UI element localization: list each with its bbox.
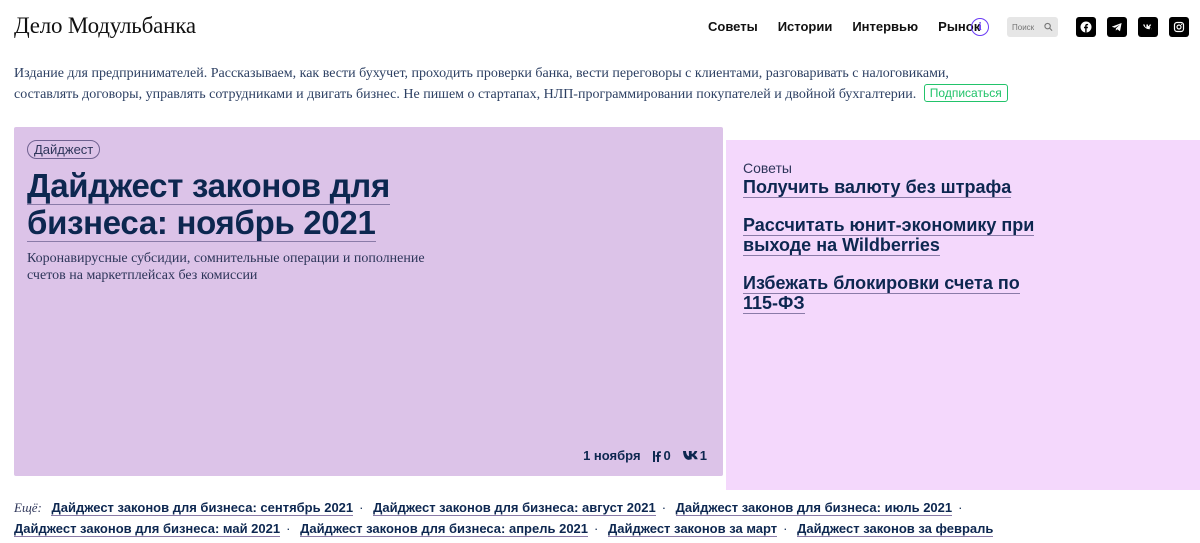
vk-icon [682, 450, 698, 460]
separator: · [661, 500, 667, 515]
article-date: 1 ноября [583, 448, 641, 463]
main-nav: Советы Истории Интервью Рынок [708, 19, 980, 34]
nav-item-interview[interactable]: Интервью [852, 19, 918, 34]
side-article-link[interactable]: Получить валюту без штрафа [743, 177, 1043, 198]
subscribe-button[interactable]: Подписаться [923, 84, 1008, 102]
more-articles: Ещё: Дайджест законов для бизнеса: сентя… [14, 497, 1014, 539]
side-article-title[interactable]: Избежать блокировки счета по 115-ФЗ [743, 273, 1020, 314]
more-link[interactable]: Дайджест законов для бизнеса: апрель 202… [300, 521, 589, 537]
side-article-link[interactable]: Рассчитать юнит-экономику при выходе на … [743, 215, 1043, 256]
separator: · [359, 500, 364, 515]
more-link[interactable]: Дайджест законов для бизнеса: май 2021 [14, 521, 281, 537]
facebook-count: 0 [663, 448, 671, 463]
facebook-icon[interactable] [1076, 17, 1096, 37]
social-links [1076, 17, 1189, 37]
search-box[interactable] [1007, 17, 1058, 37]
nav-item-advice[interactable]: Советы [708, 19, 758, 34]
instagram-icon[interactable] [1169, 17, 1189, 37]
more-label: Ещё: [14, 500, 42, 515]
vk-icon[interactable] [1138, 17, 1158, 37]
side-article-link[interactable]: Избежать блокировки счета по 115-ФЗ [743, 273, 1043, 314]
telegram-icon[interactable] [1107, 17, 1127, 37]
side-articles: Советы Получить валюту без штрафа Рассчи… [743, 159, 1043, 314]
more-link[interactable]: Дайджест законов за март [607, 521, 778, 537]
vk-share[interactable]: 1 [682, 448, 707, 463]
main-article-title[interactable]: Дайджест законов для бизнеса: ноябрь 202… [27, 167, 457, 242]
more-link[interactable]: Дайджест законов для бизнеса: август 202… [373, 500, 656, 516]
more-link[interactable]: Дайджест законов для бизнеса: июль 2021 [675, 500, 953, 516]
main-article-lead: Коронавирусные субсидии, сомнительные оп… [27, 251, 425, 283]
facebook-share[interactable]: 0 [652, 448, 671, 463]
separator: · [958, 500, 963, 515]
site-description: Издание для предпринимателей. Рассказыва… [14, 63, 1014, 105]
article-tag[interactable]: Дайджест [27, 140, 101, 159]
site-logo[interactable]: Дело Модульбанка [14, 13, 196, 39]
separator: · [286, 521, 291, 536]
separator: · [783, 521, 788, 536]
vk-count: 1 [699, 448, 707, 463]
site-description-text: Издание для предпринимателей. Рассказыва… [14, 66, 949, 102]
info-icon[interactable]: i [971, 18, 989, 36]
main-article-card[interactable]: Дайджест Дайджест законов для бизнеса: н… [14, 127, 723, 476]
more-link[interactable]: Дайджест законов за февраль [797, 521, 994, 537]
facebook-icon [652, 450, 661, 462]
side-article-title[interactable]: Рассчитать юнит-экономику при выходе на … [743, 215, 1035, 256]
more-link[interactable]: Дайджест законов для бизнеса: сентябрь 2… [51, 500, 354, 516]
side-category[interactable]: Советы [743, 159, 1043, 177]
separator: · [594, 521, 599, 536]
main-article-title-text[interactable]: Дайджест законов для бизнеса: ноябрь 202… [27, 167, 390, 242]
search-input[interactable] [1012, 22, 1042, 32]
article-meta: 1 ноября 0 1 [583, 448, 707, 463]
search-icon[interactable] [1044, 22, 1053, 32]
side-article-title[interactable]: Получить валюту без штрафа [743, 177, 1012, 198]
nav-item-stories[interactable]: Истории [778, 19, 833, 34]
